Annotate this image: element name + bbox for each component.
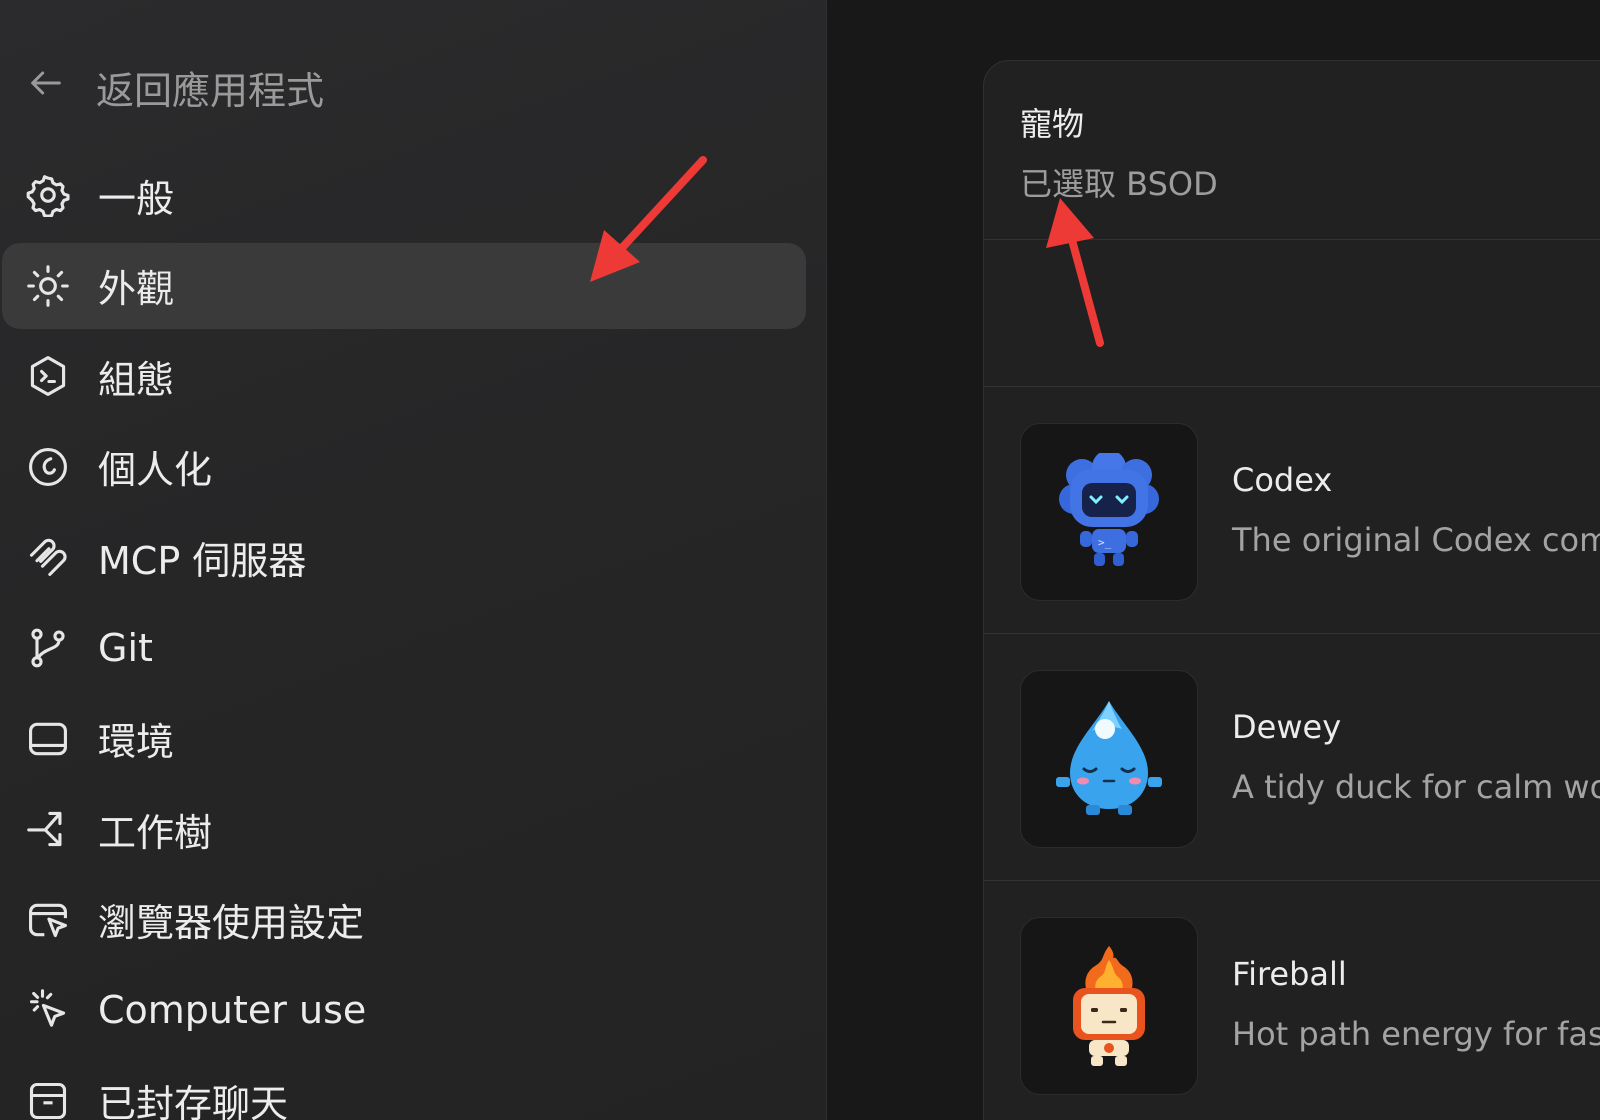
pet-option-codex[interactable]: >_ Codex The original Codex com (984, 387, 1600, 634)
sidebar-item-label: 組態 (98, 357, 175, 402)
sidebar-item-archived-chats[interactable]: 已封存聊天 (0, 1058, 826, 1120)
pets-card: 寵物 已選取 BSOD >_ Codex The original Codex … (983, 60, 1600, 1120)
sidebar-item-git[interactable]: Git (0, 605, 826, 691)
sidebar-item-label: 工作樹 (98, 810, 213, 855)
pet-option-dewey[interactable]: Dewey A tidy duck for calm wo (984, 634, 1600, 881)
settings-nav: 一般 外觀 組態 個人化 MCP 伺服器 Git 環境 工作樹 瀏覽器使用設定 … (0, 152, 826, 1120)
sidebar-item-label: Computer use (98, 988, 367, 1033)
sidebar-item-browser-use[interactable]: 瀏覽器使用設定 (0, 877, 826, 963)
sidebar-item-configuration[interactable]: 組態 (0, 333, 826, 419)
water-drop-icon (1020, 670, 1198, 848)
worktree-icon (26, 807, 70, 851)
pet-name: Dewey (1232, 708, 1342, 746)
sidebar-item-worktrees[interactable]: 工作樹 (0, 786, 826, 872)
sidebar-item-label: 個人化 (98, 448, 213, 493)
pet-description: Hot path energy for fas (1232, 1015, 1600, 1053)
sun-icon (26, 264, 70, 308)
pet-description: A tidy duck for calm wo (1232, 768, 1600, 806)
settings-sidebar: 返回應用程式 一般 外觀 組態 個人化 MCP 伺服器 Git 環境 工作樹 瀏… (0, 0, 827, 1120)
pet-option-fireball[interactable]: Fireball Hot path energy for fas (984, 881, 1600, 1120)
sidebar-item-label: Git (98, 625, 153, 670)
smile-circle-icon (26, 445, 70, 489)
archive-icon (26, 1079, 70, 1120)
back-label: 返回應用程式 (96, 69, 325, 113)
sidebar-item-label: 瀏覽器使用設定 (98, 901, 365, 946)
back-to-app-button[interactable]: 返回應用程式 (26, 60, 324, 115)
sidebar-item-general[interactable]: 一般 (0, 152, 826, 238)
selected-pet-text: 已選取 BSOD (1020, 165, 1218, 203)
pets-header: 寵物 已選取 BSOD (984, 61, 1600, 240)
sidebar-item-label: 環境 (98, 720, 175, 765)
sidebar-item-label: 一般 (98, 176, 175, 221)
mcp-icon (26, 535, 70, 579)
sidebar-item-label: MCP 伺服器 (98, 538, 307, 583)
pets-preview-area (984, 240, 1600, 387)
pet-name: Codex (1232, 461, 1333, 499)
settings-content: 寵物 已選取 BSOD >_ Codex The original Codex … (827, 0, 1600, 1120)
gear-icon (26, 173, 70, 217)
fireball-icon (1020, 917, 1198, 1095)
codex-robot-icon: >_ (1020, 423, 1198, 601)
git-branch-icon (26, 626, 70, 670)
svg-text:>_: >_ (1098, 536, 1112, 549)
display-icon (26, 717, 70, 761)
cursor-click-icon (26, 988, 70, 1032)
pet-name: Fireball (1232, 955, 1347, 993)
sidebar-item-label: 外觀 (98, 267, 175, 312)
sidebar-item-personalization[interactable]: 個人化 (0, 424, 826, 510)
shield-terminal-icon (26, 354, 70, 398)
arrow-left-icon (26, 63, 66, 112)
pets-title: 寵物 (1020, 105, 1085, 143)
sidebar-item-environment[interactable]: 環境 (0, 696, 826, 782)
sidebar-item-mcp-servers[interactable]: MCP 伺服器 (0, 514, 826, 600)
sidebar-item-computer-use[interactable]: Computer use (0, 967, 826, 1053)
settings-window: 返回應用程式 一般 外觀 組態 個人化 MCP 伺服器 Git 環境 工作樹 瀏… (0, 0, 1600, 1120)
browser-cursor-icon (26, 898, 70, 942)
sidebar-item-label: 已封存聊天 (98, 1082, 289, 1120)
pet-description: The original Codex com (1232, 521, 1600, 559)
sidebar-item-appearance[interactable]: 外觀 (2, 242, 806, 329)
